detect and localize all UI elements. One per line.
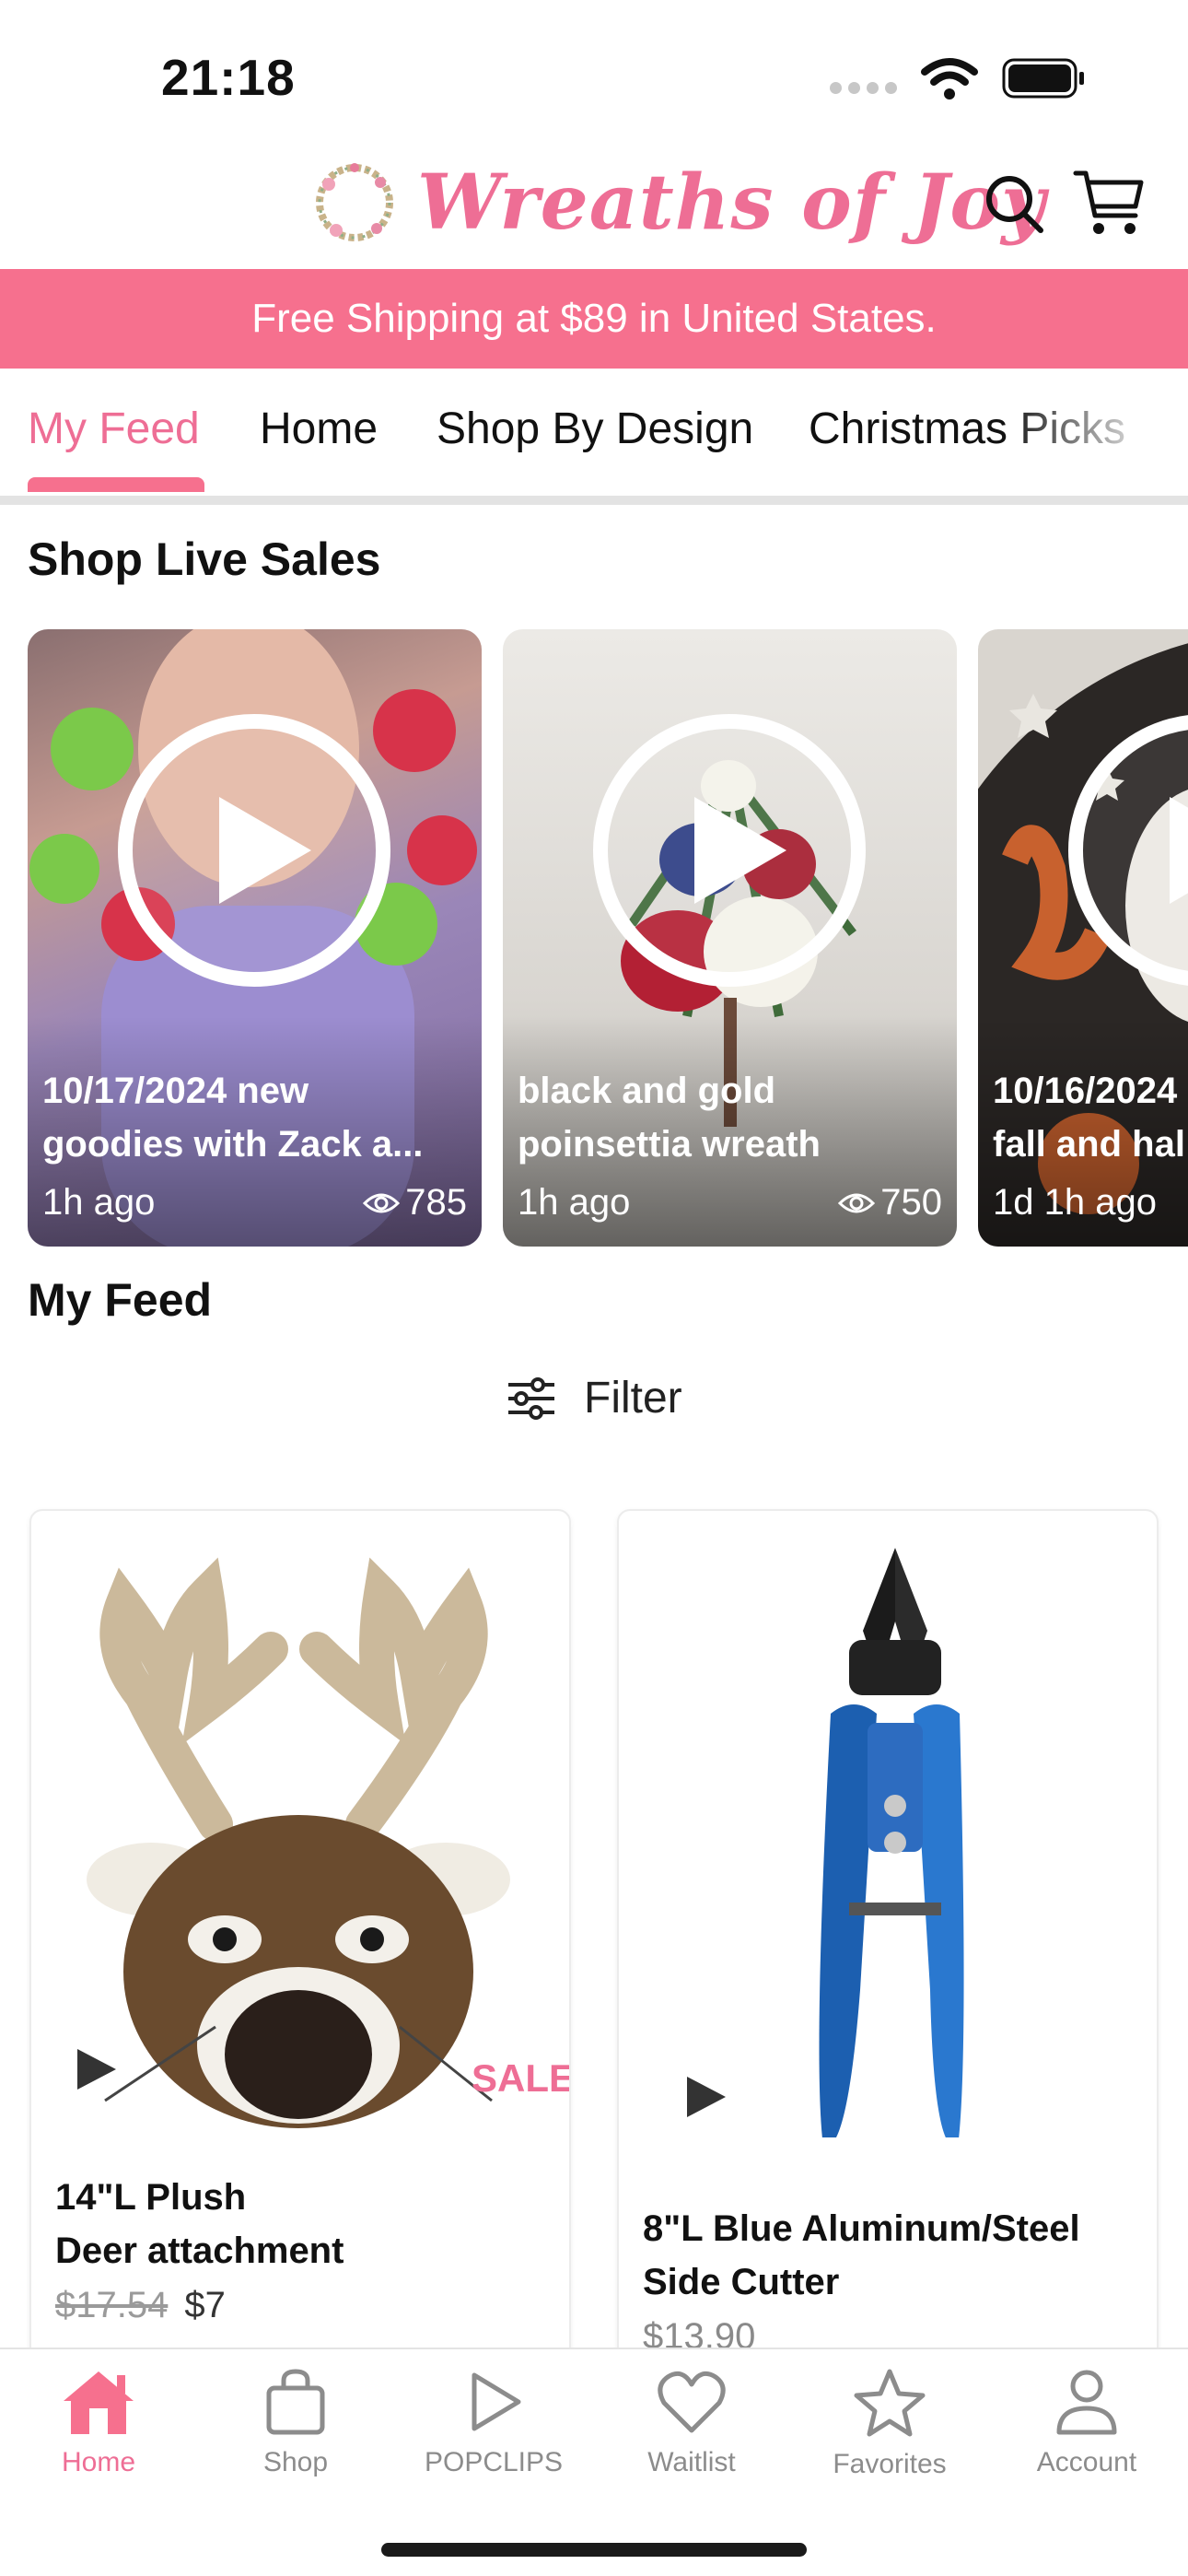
nav-favorites-label: Favorites [833,2449,947,2479]
tab-shop-by-design[interactable]: Shop By Design [437,404,753,454]
product-title: 8"L Blue Aluminum/Steel Side Cutter [643,2208,1080,2302]
person-icon [1056,2370,1117,2435]
wifi-icon [921,58,978,100]
play-icon[interactable] [591,712,868,989]
live-sales-heading: Shop Live Sales [28,533,381,585]
cart-button[interactable] [1073,168,1147,242]
bag-icon [266,2369,325,2435]
view-count: 750 [880,1182,942,1223]
app-header: Wreaths of Joy [0,147,1188,267]
filter-label: Filter [584,1374,682,1423]
live-sales-carousel[interactable]: 10/17/2024 new goodies with Zack a... 1h… [0,629,1188,1248]
product-price: $17.54 $7 [55,2285,226,2326]
product-title: 14"L Plush Deer attachment [55,2177,344,2271]
sale-badge: SALE [472,2056,571,2100]
view-count: 785 [405,1182,467,1223]
live-card-time: 1h ago [42,1182,156,1223]
eye-icon [838,1193,876,1212]
live-card-views: 785 [363,1182,467,1224]
nav-shop-label: Shop [262,2447,329,2477]
heart-icon [658,2371,726,2433]
nav-shop[interactable]: Shop [204,2368,388,2478]
shipping-banner-text: Free Shipping at $89 in United States. [251,296,937,341]
video-play-icon[interactable] [70,2043,122,2095]
feed-heading: My Feed [28,1274,213,1326]
brand-name: Wreaths of Joy [417,158,1046,247]
app-screen: 21:18 Wreaths of Joy Free Shipping at $8… [0,0,1188,2576]
search-icon [986,176,1043,233]
live-card[interactable]: 10/16/2024 fall and hal 1d 1h ago [978,629,1188,1247]
live-card-title: 10/16/2024 fall and hal [993,1071,1185,1165]
home-icon [64,2371,134,2434]
play-icon[interactable] [1066,712,1188,989]
live-card-time: 1d 1h ago [993,1182,1157,1223]
bottom-navigation: Home Shop POPCLIPS Waitlist Favorites Ac… [0,2348,1188,2576]
nav-home[interactable]: Home [6,2368,191,2478]
filter-button[interactable]: Filter [507,1373,682,1423]
product-image [819,1548,964,2137]
star-icon [854,2369,926,2437]
live-card-time: 1h ago [518,1182,631,1223]
play-icon[interactable] [116,712,392,989]
live-card[interactable]: black and gold poinsettia wreath 1h ago … [503,629,957,1247]
active-tab-indicator [28,477,204,492]
product-card[interactable]: 8"L Blue Aluminum/Steel Side Cutter $13.… [617,1509,1159,2430]
nav-waitlist-label: Waitlist [647,2447,736,2477]
nav-waitlist[interactable]: Waitlist [600,2368,784,2478]
home-indicator[interactable] [381,2543,807,2557]
nav-account[interactable]: Account [995,2368,1179,2478]
nav-favorites[interactable]: Favorites [798,2368,982,2480]
search-button[interactable] [984,173,1046,240]
wreath-logo-icon [316,163,393,241]
category-tabs: My Feed Home Shop By Design Christmas Pi… [0,369,1188,505]
status-icons [830,57,1087,100]
shipping-banner: Free Shipping at $89 in United States. [0,269,1188,369]
nav-home-label: Home [61,2447,136,2477]
status-time: 21:18 [161,49,296,106]
eye-icon [363,1193,401,1212]
original-price: $17.54 [55,2285,169,2325]
play-icon [472,2372,521,2431]
tab-my-feed[interactable]: My Feed [28,404,200,454]
sale-price: $7 [184,2285,226,2325]
signal-icon [830,81,897,94]
live-card-title: 10/17/2024 new goodies with Zack a... [42,1071,424,1165]
tabs-fade [1004,369,1188,496]
filter-icon [508,1376,554,1420]
live-card-title: black and gold poinsettia wreath [518,1071,821,1165]
video-play-icon[interactable] [680,2071,731,2123]
product-card[interactable]: SALE 14"L Plush Deer attachment $17.54 $7 [29,1509,571,2430]
nav-popclips-label: POPCLIPS [424,2447,564,2477]
cart-icon [1073,170,1144,234]
nav-account-label: Account [1036,2447,1137,2477]
live-card[interactable]: 10/17/2024 new goodies with Zack a... 1h… [28,629,482,1247]
tab-home[interactable]: Home [260,404,378,454]
live-card-views: 750 [838,1182,942,1224]
brand-logo[interactable]: Wreaths of Joy [309,157,1046,249]
battery-icon [1002,58,1084,99]
nav-popclips[interactable]: POPCLIPS [402,2368,586,2478]
